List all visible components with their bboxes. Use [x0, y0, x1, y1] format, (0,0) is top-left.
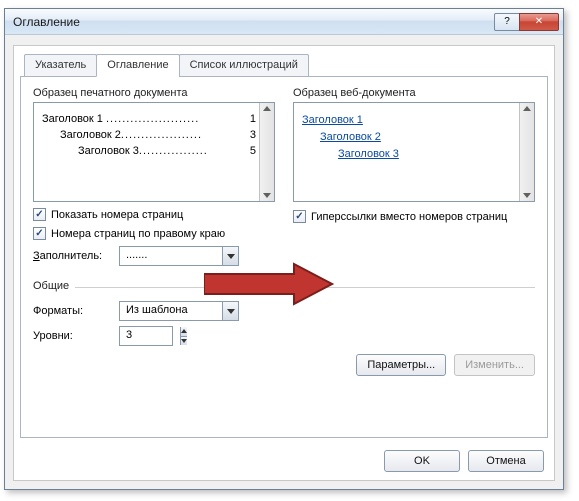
- toc-text: Заголовок 3: [78, 145, 139, 157]
- help-button[interactable]: ?: [494, 13, 520, 31]
- web-link-1[interactable]: Заголовок 1: [302, 114, 516, 126]
- scrollbar[interactable]: [519, 103, 534, 201]
- levels-label: Уровни:: [33, 330, 113, 342]
- window-title: Оглавление: [13, 15, 495, 29]
- web-link-2[interactable]: Заголовок 2: [320, 131, 516, 143]
- format-label: Форматы:: [33, 305, 113, 317]
- print-preview-label: Образец печатного документа: [33, 87, 275, 99]
- scrollbar[interactable]: [259, 103, 274, 201]
- toc-text: Заголовок 1: [42, 113, 103, 125]
- filler-label: Заполнитель:: [33, 250, 113, 262]
- tab-toc[interactable]: Оглавление: [96, 54, 179, 77]
- checkbox-right-align[interactable]: ✓: [33, 227, 46, 240]
- spin-down-icon[interactable]: [181, 337, 187, 346]
- tab-bar: Указатель Оглавление Список иллюстраций: [24, 54, 554, 77]
- web-link-3[interactable]: Заголовок 3: [338, 148, 516, 160]
- checkbox-hyperlinks-label: Гиперссылки вместо номеров страниц: [311, 211, 507, 223]
- ok-button[interactable]: OK: [384, 450, 460, 472]
- checkbox-right-align-label: Номера страниц по правому краю: [51, 228, 225, 240]
- levels-value: 3: [120, 327, 180, 345]
- web-preview: Заголовок 1 Заголовок 2 Заголовок 3: [293, 102, 535, 202]
- tab-panel: Образец печатного документа Заголовок 1 …: [20, 76, 548, 438]
- checkbox-hyperlinks[interactable]: ✓: [293, 210, 306, 223]
- checkbox-show-numbers[interactable]: ✓: [33, 208, 46, 221]
- toc-dots: .................: [139, 145, 246, 157]
- dialog-window: Оглавление ? ✕ Указатель Оглавление Спис…: [4, 8, 564, 490]
- cancel-button[interactable]: Отмена: [468, 450, 544, 472]
- web-preview-label: Образец веб-документа: [293, 87, 535, 99]
- toc-page: 1: [246, 113, 256, 125]
- close-button[interactable]: ✕: [519, 13, 559, 31]
- levels-spinner[interactable]: 3: [119, 326, 173, 346]
- toc-page: 3: [246, 129, 256, 141]
- checkbox-show-numbers-label: Показать номера страниц: [51, 209, 183, 221]
- modify-button[interactable]: Изменить...: [454, 354, 535, 376]
- tab-illustrations[interactable]: Список иллюстраций: [179, 54, 309, 77]
- annotation-arrow: [204, 262, 334, 306]
- titlebar: Оглавление ? ✕: [5, 9, 563, 35]
- window-buttons: ? ✕: [495, 13, 559, 31]
- general-legend: Общие: [33, 280, 75, 292]
- print-preview: Заголовок 1 ....................... 1 За…: [33, 102, 275, 202]
- dialog-body: Указатель Оглавление Список иллюстраций …: [13, 45, 555, 481]
- params-button[interactable]: Параметры...: [356, 354, 446, 376]
- toc-page: 5: [246, 145, 256, 157]
- toc-dots: .......................: [106, 113, 246, 125]
- toc-text: Заголовок 2: [60, 129, 121, 141]
- spin-up-icon[interactable]: [181, 327, 187, 337]
- tab-index[interactable]: Указатель: [24, 54, 97, 77]
- toc-dots: ....................: [121, 129, 246, 141]
